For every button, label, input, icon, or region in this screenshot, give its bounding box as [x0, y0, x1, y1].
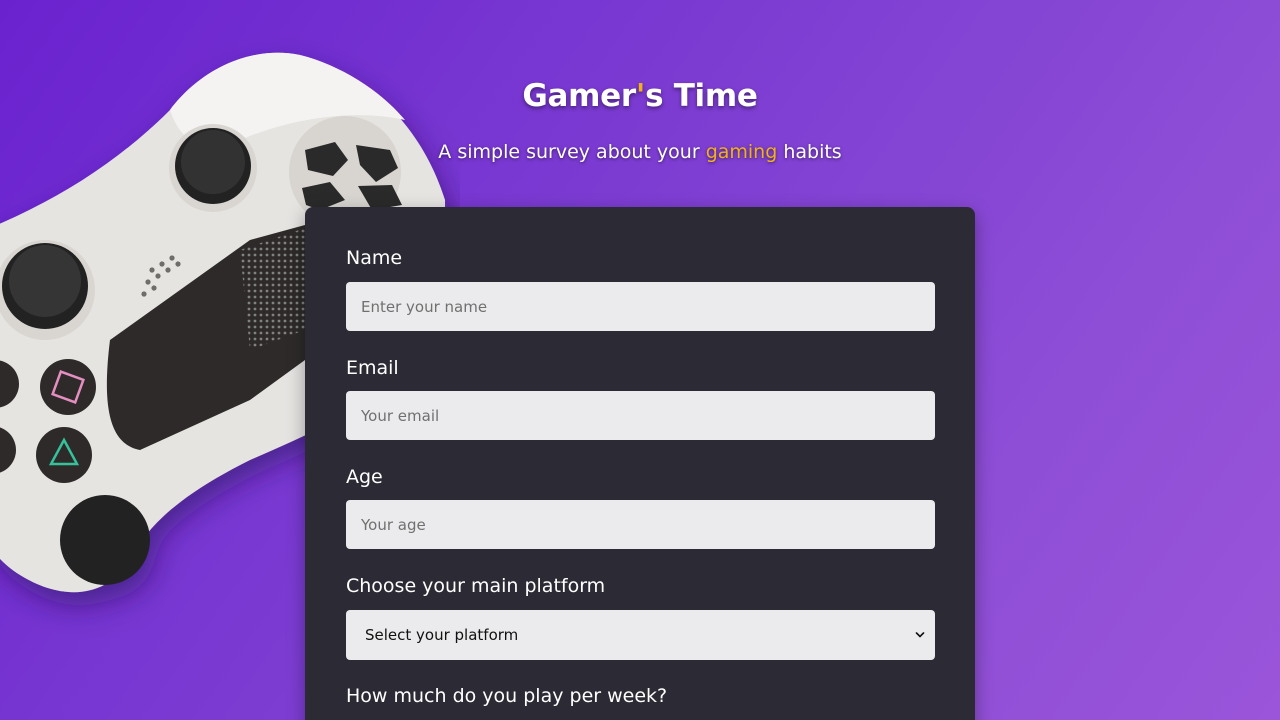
chevron-down-icon	[915, 632, 925, 638]
email-input[interactable]	[346, 391, 935, 440]
name-input[interactable]	[346, 282, 935, 331]
survey-form-card: Name Email Age Choose your main platform…	[305, 207, 975, 720]
page-title: Gamer's Time	[522, 78, 758, 114]
platform-label: Choose your main platform	[346, 575, 606, 597]
title-apostrophe-accent: '	[635, 78, 646, 114]
name-label: Name	[346, 247, 403, 269]
platform-select[interactable]: Select your platform	[346, 610, 935, 660]
page-subtitle: A simple survey about your gaming habits	[438, 141, 842, 163]
subtitle-accent-word: gaming	[705, 141, 778, 163]
platform-select-value: Select your platform	[365, 626, 519, 644]
age-input[interactable]	[346, 500, 935, 549]
age-label: Age	[346, 466, 383, 488]
email-label: Email	[346, 357, 399, 379]
weekly-play-label: How much do you play per week?	[346, 685, 668, 707]
